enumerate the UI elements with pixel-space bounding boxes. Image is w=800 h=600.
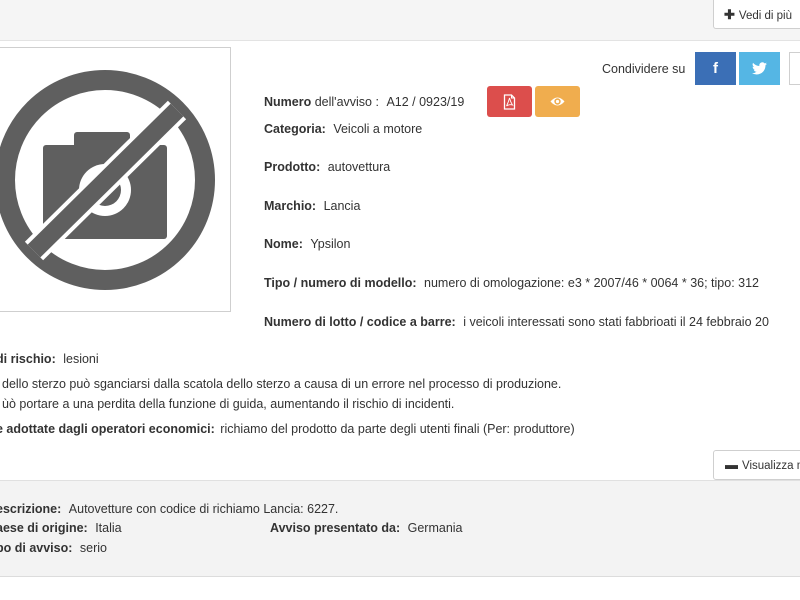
risk-type-label: di rischio:	[0, 352, 56, 366]
name-label: Nome:	[264, 237, 303, 251]
pdf-button[interactable]	[487, 86, 532, 117]
notice-type-value: serio	[79, 541, 107, 555]
name-value: Ypsilon	[310, 237, 351, 251]
submitted-label: Avviso presentato da:	[270, 521, 401, 535]
risk-description-line-2: ùò portare a una perdita della funzione …	[2, 397, 455, 411]
batch-label: Numero di lotto / codice a barre:	[264, 315, 456, 329]
pdf-icon	[503, 94, 516, 110]
batch-value: i veicoli interessati sono stati fabbrio…	[463, 315, 769, 329]
share-label: Condividere su	[602, 62, 686, 76]
risk-type-value: lesioni	[63, 352, 99, 366]
origin-label: aese di origine:	[0, 521, 88, 535]
no-photo-icon	[0, 70, 215, 290]
brand-label: Marchio:	[264, 199, 317, 213]
category-label: Categoria:	[264, 122, 326, 136]
description-value: Autovetture con codice di richiamo Lanci…	[68, 502, 339, 516]
measures-value: richiamo del prodotto da parte degli ute…	[220, 422, 575, 436]
show-less-button[interactable]: ▬ Visualizza m	[713, 450, 800, 480]
brand-row: Marchio: Lancia	[264, 199, 360, 213]
notice-number-value: A12 / 0923/19	[386, 95, 465, 109]
more-share-button[interactable]	[789, 52, 800, 85]
see-more-label: Vedi di più	[738, 10, 792, 22]
twitter-icon	[752, 62, 767, 75]
origin-value: Italia	[95, 521, 122, 535]
name-row: Nome: Ypsilon	[264, 237, 350, 251]
origin-row: aese di origine: Italia	[0, 521, 122, 535]
category-row: Categoria: Veicoli a motore	[264, 122, 422, 136]
description-row: escrizione: Autovetture con codice di ri…	[0, 502, 338, 516]
measures-label: e adottate dagli operatori economici:	[0, 422, 215, 436]
model-label: Tipo / numero di modello:	[264, 276, 417, 290]
facebook-share-button[interactable]: f	[695, 52, 736, 85]
description-label: escrizione:	[0, 502, 62, 516]
product-label: Prodotto:	[264, 160, 321, 174]
risk-type-row: di rischio: lesioni	[0, 352, 99, 366]
twitter-share-button[interactable]	[739, 52, 780, 85]
eye-icon	[550, 97, 565, 106]
see-more-button[interactable]: ✚ Vedi di più	[713, 0, 800, 29]
category-value: Veicoli a motore	[333, 122, 423, 136]
notice-number-suffix: dell'avviso :	[314, 95, 379, 109]
batch-row: Numero di lotto / codice a barre: i veic…	[264, 315, 769, 329]
minus-icon: ▬	[725, 457, 738, 472]
show-less-label: Visualizza m	[742, 460, 800, 472]
product-row: Prodotto: autovettura	[264, 160, 390, 174]
product-value: autovettura	[327, 160, 391, 174]
notice-type-label: po di avviso:	[0, 541, 73, 555]
model-value: numero di omologazione: e3 * 2007/46 * 0…	[424, 276, 759, 290]
product-photo	[0, 47, 231, 312]
top-band	[0, 0, 800, 41]
risk-description-line-1: dello sterzo può sganciarsi dalla scatol…	[2, 377, 562, 391]
notice-number-label: Numero	[264, 95, 312, 109]
view-button[interactable]	[535, 86, 580, 117]
notice-type-row: po di avviso: serio	[0, 541, 107, 555]
notice-number-row: Numero dell'avviso : A12 / 0923/19	[264, 95, 464, 109]
model-row: Tipo / numero di modello: numero di omol…	[264, 276, 759, 290]
plus-icon: ✚	[724, 7, 735, 22]
measures-row: e adottate dagli operatori economici: ri…	[0, 422, 575, 436]
brand-value: Lancia	[323, 199, 361, 213]
submitted-value: Germania	[407, 521, 463, 535]
facebook-icon: f	[713, 60, 718, 77]
submitted-row: Avviso presentato da: Germania	[270, 521, 463, 535]
